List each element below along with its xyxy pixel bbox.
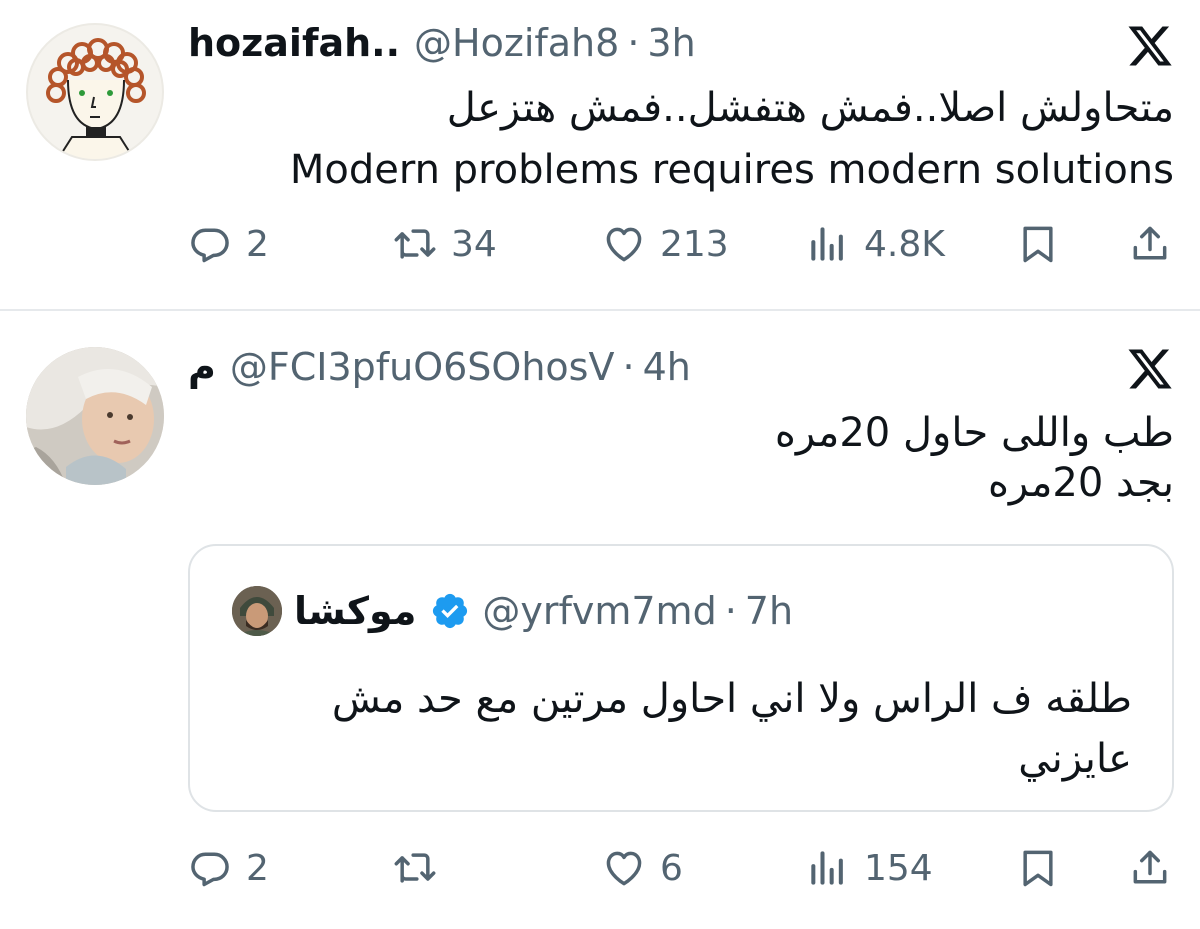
repost-icon (394, 229, 436, 259)
quote-avatar[interactable] (232, 586, 282, 636)
repost-count: 34 (451, 223, 497, 265)
bookmark-button[interactable] (1016, 214, 1060, 274)
reply-count: 2 (246, 847, 269, 889)
tweet-timestamp[interactable]: 3h (647, 20, 695, 66)
x-logo-icon (1128, 26, 1172, 66)
like-icon (606, 851, 642, 886)
bookmark-button[interactable] (1016, 838, 1060, 898)
tweet-timestamp[interactable]: 4h (643, 344, 691, 390)
share-icon (1133, 850, 1167, 884)
separator-dot: · (627, 21, 640, 65)
tweet-text-arabic: متحاولش اصلا..فمش هتفشل..فمش هتزعل (446, 85, 1174, 131)
quote-text-line: عايزني (1018, 736, 1132, 782)
quote-timestamp[interactable]: 7h (745, 586, 793, 636)
tweet-text-english: Modern problems requires modern solution… (289, 147, 1174, 193)
views-icon (811, 227, 843, 261)
tweet-text: طب واللى حاول 20مره بجد 20مره (775, 408, 1174, 508)
reply-icon (191, 852, 229, 887)
author-name[interactable]: م (188, 344, 216, 390)
views-button[interactable]: 4.8K (806, 214, 945, 274)
action-bar: 2 34 213 4.8K (188, 214, 1174, 274)
view-count: 154 (864, 847, 933, 889)
share-icon (1133, 226, 1167, 260)
reply-icon (191, 228, 229, 263)
like-count: 213 (660, 223, 729, 265)
separator-dot: · (724, 589, 737, 633)
view-count: 4.8K (864, 223, 945, 265)
bookmark-icon (1023, 850, 1053, 887)
share-button[interactable] (1128, 214, 1172, 274)
author-handle[interactable]: @FCI3pfuO6SOhosV (230, 344, 615, 390)
author-name[interactable]: hozaifah.. (188, 20, 400, 66)
action-bar: 2 6 154 (188, 838, 1174, 898)
quote-text-line: طلقه ف الراس ولا اني احاول مرتين مع حد م… (331, 676, 1132, 722)
bookmark-icon (1023, 226, 1053, 263)
repost-button[interactable]: 34 (393, 214, 497, 274)
reply-count: 2 (246, 223, 269, 265)
author-handle[interactable]: @Hozifah8 (414, 20, 619, 66)
views-icon (811, 851, 843, 885)
quote-author-name[interactable]: موكشا (294, 586, 416, 636)
quote-author-handle[interactable]: @yrfvm7md (482, 586, 716, 636)
like-count: 6 (660, 847, 683, 889)
repost-icon (394, 853, 436, 883)
views-button[interactable]: 154 (806, 838, 933, 898)
repost-button[interactable] (393, 838, 451, 898)
tweet[interactable]: م @FCI3pfuO6SOhosV · 4h طب واللى حاول 20… (0, 311, 1200, 929)
share-button[interactable] (1128, 838, 1172, 898)
avatar[interactable] (26, 347, 164, 485)
separator-dot: · (622, 345, 635, 389)
tweet-text-line: طب واللى حاول 20مره (774, 410, 1174, 456)
tweet-text-line: بجد 20مره (987, 460, 1174, 506)
reply-button[interactable]: 2 (188, 838, 269, 898)
quote-text: طلقه ف الراس ولا اني احاول مرتين مع حد م… (332, 669, 1132, 789)
quoted-tweet[interactable]: موكشا @yrfvm7md · 7h طلقه ف الراس ولا ان… (188, 544, 1174, 812)
avatar[interactable] (26, 23, 164, 161)
like-button[interactable]: 213 (602, 214, 729, 274)
tweet[interactable]: hozaifah.. @Hozifah8 · 3h متحاولش اصلا..… (0, 0, 1200, 310)
reply-button[interactable]: 2 (188, 214, 269, 274)
x-logo-icon (1128, 349, 1172, 389)
like-button[interactable]: 6 (602, 838, 683, 898)
verified-badge-icon (433, 593, 468, 629)
like-icon (606, 227, 642, 262)
